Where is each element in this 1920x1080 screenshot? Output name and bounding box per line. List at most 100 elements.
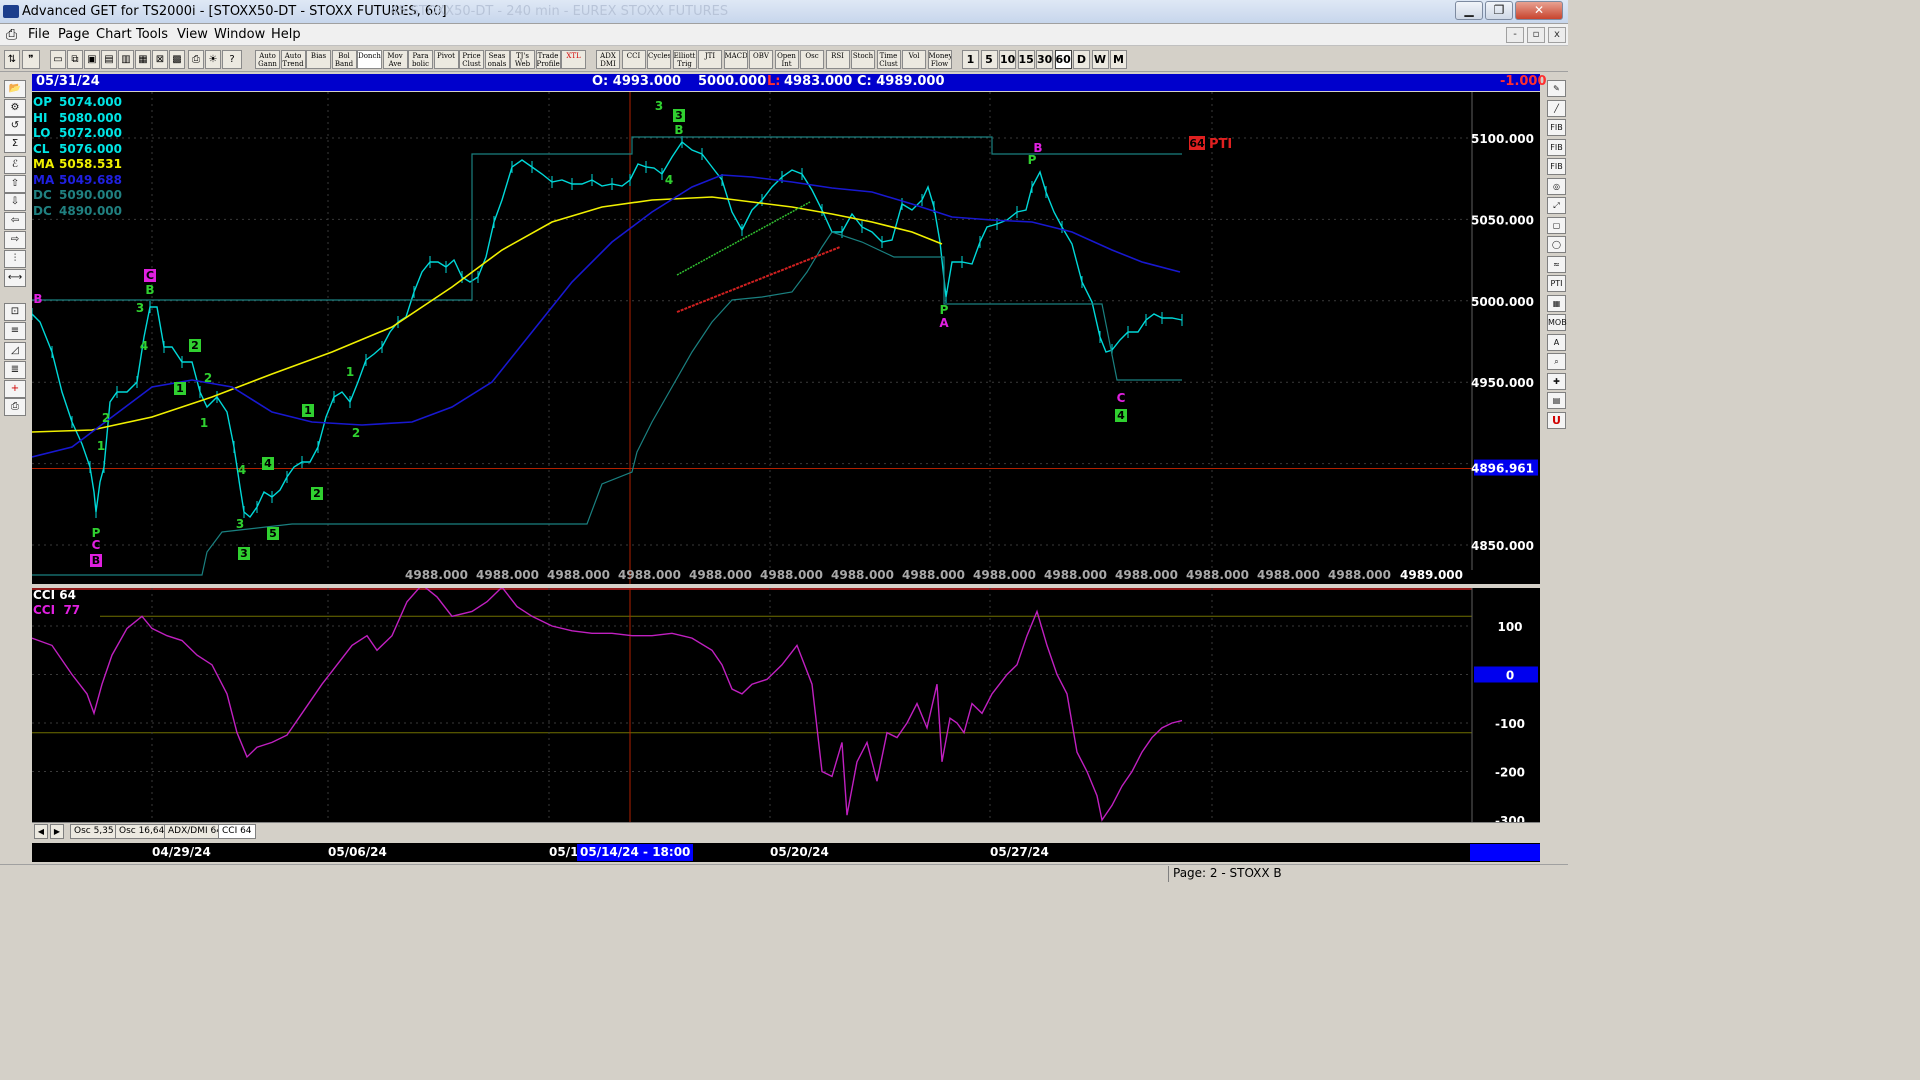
menu-view[interactable]: View (177, 27, 208, 42)
osc-button-rsi[interactable]: RSI (825, 50, 850, 69)
help-pointer-icon[interactable]: ? (222, 50, 242, 69)
cycle-icon[interactable]: ⚙ (4, 99, 26, 117)
magnify-icon[interactable]: ⌕ (1547, 353, 1566, 370)
cci-panel[interactable]: 100 0 -100 -200 -300 CCI 64 CCI 77 (31, 583, 1540, 828)
square-icon[interactable]: ▢ (1547, 216, 1566, 234)
osc-button-obv[interactable]: OBV (749, 50, 773, 69)
quote-icon[interactable]: ❞ (22, 50, 40, 69)
tab-adx-dmi-64[interactable]: ADX/DMI 64 (164, 824, 226, 839)
menu-tools[interactable]: Tools (136, 27, 168, 42)
study-button-price[interactable]: Price Clust (459, 50, 484, 69)
osc-button-elliott[interactable]: Elliott Trig (672, 50, 697, 69)
tab-prev-button[interactable]: ◀ (34, 824, 48, 839)
cancel-icon[interactable]: ⊠ (152, 50, 168, 69)
reset-icon[interactable]: ↺ (4, 117, 26, 135)
period-button-60[interactable]: 60 (1054, 50, 1072, 69)
ellipse-icon[interactable]: ◎ (1547, 177, 1566, 195)
PTI-icon[interactable]: PTI (1547, 275, 1566, 292)
menu-chart[interactable]: Chart (96, 27, 132, 42)
ellipse2-icon[interactable]: ◯ (1547, 236, 1566, 253)
study-button-para[interactable]: Para bolic (408, 50, 433, 69)
menu-help[interactable]: Help (271, 27, 301, 42)
study-button-donch[interactable]: Donch (357, 50, 382, 69)
marker-icon[interactable]: ✚ (1547, 372, 1566, 390)
zoom-icon[interactable]: ⊡ (4, 303, 26, 321)
period-button-m[interactable]: M (1110, 50, 1127, 69)
mdi-minimize-button[interactable]: - (1506, 27, 1524, 43)
period-button-15[interactable]: 15 (1017, 50, 1035, 69)
osc-button-jti[interactable]: JTI (698, 50, 722, 69)
A-icon[interactable]: A (1547, 333, 1566, 351)
folder-icon[interactable]: 📂 (4, 80, 26, 98)
study-button-trade[interactable]: Trade Profile (535, 50, 561, 69)
cci-chart-svg[interactable]: 100 0 -100 -200 -300 (31, 583, 1540, 828)
maximize-button[interactable]: ❐ (1485, 1, 1513, 20)
table-icon[interactable]: ▤ (1547, 392, 1566, 409)
close-button[interactable]: ✕ (1515, 1, 1563, 20)
cross-icon[interactable]: + (4, 380, 26, 398)
pin-icon[interactable]: ⇅ (4, 50, 20, 69)
osc-button-macd[interactable]: MACD (723, 50, 748, 69)
mdi-close-button[interactable]: x (1548, 27, 1566, 43)
menu-file[interactable]: File (28, 27, 50, 42)
study-button-pivot[interactable]: Pivot (433, 50, 459, 69)
left-icon[interactable]: ⇦ (4, 212, 26, 230)
study-button-seas[interactable]: Seas onals (484, 50, 510, 69)
tab-next-button[interactable]: ▶ (50, 824, 64, 839)
minimize-button[interactable]: ▁ (1455, 1, 1483, 20)
osc-button-money[interactable]: Money Flow (927, 50, 952, 69)
period-button-30[interactable]: 30 (1036, 50, 1053, 69)
menu-window[interactable]: Window (214, 27, 265, 42)
osc-button-cci[interactable]: CCI (621, 50, 646, 69)
study-icon[interactable]: Σ (4, 135, 26, 153)
up-icon[interactable]: ⇧ (4, 175, 26, 193)
osc-button-osc[interactable]: Osc (800, 50, 824, 69)
mdi-restore-button[interactable]: ▫ (1527, 27, 1545, 43)
lines-icon[interactable]: ≡ (4, 322, 26, 340)
magnet-icon[interactable]: U (1547, 411, 1566, 429)
print-icon[interactable]: ⎙ (4, 398, 26, 416)
tab-cci-64[interactable]: CCI 64 (218, 824, 256, 839)
right-icon[interactable]: ⇨ (4, 231, 26, 249)
grid-icon[interactable]: ▩ (169, 50, 185, 69)
study-button-mov[interactable]: Mov Ave (382, 50, 408, 69)
gann-icon[interactable]: ◿ (4, 342, 26, 360)
wave-icon[interactable]: ≈ (1547, 255, 1566, 273)
down-icon[interactable]: ⇩ (4, 193, 26, 211)
print-icon[interactable]: ⎙ (188, 50, 204, 69)
tab-osc-5-35[interactable]: Osc 5,35 (70, 824, 118, 839)
fib-ret-icon[interactable]: FIB (1547, 119, 1566, 136)
expand-icon[interactable]: ⟷ (4, 269, 26, 287)
fib-ext-icon[interactable]: FIB (1547, 138, 1566, 156)
light-icon[interactable]: ☀ (205, 50, 221, 69)
tab-osc-16-64[interactable]: Osc 16,64 (115, 824, 169, 839)
tile-icon[interactable]: ▦ (135, 50, 151, 69)
osc-button-vol[interactable]: Vol (902, 50, 926, 69)
fib-time-icon[interactable]: FIB (1547, 158, 1566, 175)
period-button-d[interactable]: D (1073, 50, 1090, 69)
bars-icon[interactable]: ⫶ (4, 250, 26, 268)
price-chart-panel[interactable]: B 3 C B 3 3 B 4 B P P A C 4 4 2 1 2 1 1 2 4 4 3 3 5 1 2 1 2 P C B 64 PTI 51… (32, 92, 1540, 584)
period-button-w[interactable]: W (1091, 50, 1109, 69)
osc-button-time[interactable]: Time Clust (876, 50, 901, 69)
period-button-10[interactable]: 10 (999, 50, 1016, 69)
document-icon[interactable]: ⎙ (6, 27, 17, 43)
osc-button-cycles[interactable]: Cycles (647, 50, 671, 69)
MOB-icon[interactable]: MOB (1547, 314, 1567, 331)
new-icon[interactable]: ▭ (50, 50, 66, 69)
period-button-5[interactable]: 5 (980, 50, 998, 69)
study-button-auto[interactable]: Auto Gann (255, 50, 280, 69)
osc-button-open[interactable]: Open Int (774, 50, 799, 69)
elliott-icon[interactable]: ℰ (4, 156, 26, 174)
osc-button-adx[interactable]: ADX DMI (596, 50, 620, 69)
pencil-icon[interactable]: ✎ (1547, 80, 1566, 97)
study-button-auto[interactable]: Auto Trend (280, 50, 306, 69)
fib-icon[interactable]: ≣ (4, 361, 26, 379)
page-icon[interactable]: ▤ (101, 50, 117, 69)
study-button-bol[interactable]: Bol Band (331, 50, 357, 69)
grid-icon[interactable]: ▦ (1547, 294, 1566, 312)
study-button-xtl[interactable]: XTL (561, 50, 586, 69)
copy-icon[interactable]: ⧉ (67, 50, 83, 69)
period-button-1[interactable]: 1 (962, 50, 979, 69)
window-icon[interactable]: ▥ (118, 50, 134, 69)
